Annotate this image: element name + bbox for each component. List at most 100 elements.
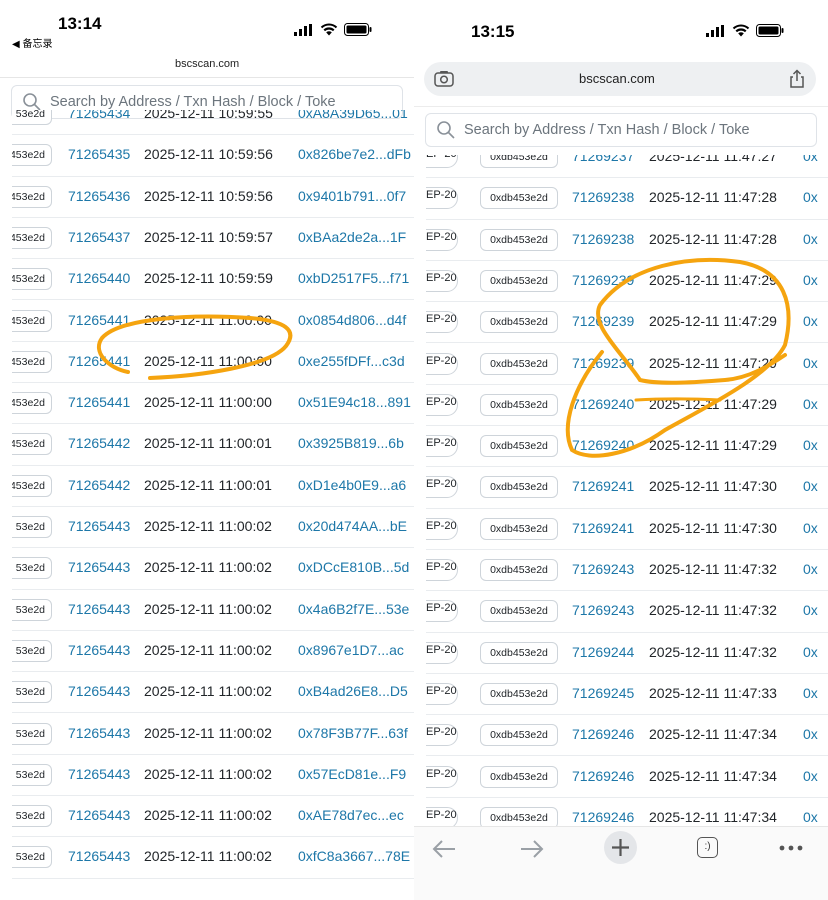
block-link[interactable]: 71269240 (572, 437, 634, 453)
timestamp: 2025-12-11 11:00:02 (144, 807, 272, 824)
txn-hash-link[interactable]: 0x (803, 437, 818, 453)
txn-hash-link[interactable]: 0x4a6B2f7E...53e (298, 601, 409, 617)
table-row: EP-20 0xdb453e2d 71269241 2025-12-11 11:47:… (426, 467, 828, 509)
table-row: 53e2d 71265443 2025-12-11 11:00:02 0x4a6B2f… (12, 590, 414, 631)
block-link[interactable]: 71269246 (572, 768, 634, 784)
method-badge: 0xdb453e2d (480, 435, 558, 458)
txn-hash-link[interactable]: 0x (803, 355, 818, 371)
block-link[interactable]: 71269241 (572, 520, 634, 536)
block-link[interactable]: 71265443 (68, 683, 130, 699)
txn-hash-link[interactable]: 0xA8A39D65...01 (298, 110, 408, 121)
txn-hash-link[interactable]: 0x (803, 155, 818, 164)
method-badge: 0xdb453e2d (480, 228, 558, 251)
share-icon[interactable] (788, 69, 806, 89)
block-link[interactable]: 71265437 (68, 229, 130, 245)
txn-hash-link[interactable]: 0x (803, 768, 818, 784)
block-link[interactable]: 71269244 (572, 644, 634, 660)
txn-hash-link[interactable]: 0x826be7e2...dFb (298, 146, 411, 162)
block-link[interactable]: 71269243 (572, 561, 634, 577)
txn-hash-link[interactable]: 0xDCcE810B...5d (298, 559, 409, 575)
block-link[interactable]: 71265443 (68, 601, 130, 617)
block-link[interactable]: 71269238 (572, 189, 634, 205)
block-link[interactable]: 71265441 (68, 312, 130, 328)
block-link[interactable]: 71269246 (572, 726, 634, 742)
block-link[interactable]: 71269243 (572, 602, 634, 618)
new-tab-button[interactable] (604, 831, 637, 864)
txn-hash-link[interactable]: 0x9401b791...0f7 (298, 188, 406, 204)
txn-hash-link[interactable]: 0x (803, 520, 818, 536)
block-link[interactable]: 71265443 (68, 518, 130, 534)
txn-hash-link[interactable]: 0x51E94c18...891 (298, 394, 411, 410)
txn-hash-link[interactable]: 0x (803, 809, 818, 825)
table-row: 53e2d 71265434 2025-12-11 10:59:55 0xA8A39D… (12, 110, 414, 136)
txn-hash-link[interactable]: 0x57EcD81e...F9 (298, 766, 406, 782)
txn-hash-link[interactable]: 0xB4ad26E8...D5 (298, 683, 408, 699)
block-link[interactable]: 71265441 (68, 394, 130, 410)
txn-hash-link[interactable]: 0x78F3B77F...63f (298, 725, 408, 741)
block-link[interactable]: 71269241 (572, 478, 634, 494)
txn-hash-link[interactable]: 0xD1e4b0E9...a6 (298, 477, 406, 493)
address-bar[interactable]: bscscan.com (424, 62, 816, 96)
more-dots-icon[interactable] (779, 844, 803, 852)
txn-hash-link[interactable]: 0x (803, 313, 818, 329)
block-link[interactable]: 71265434 (68, 110, 130, 121)
block-link[interactable]: 71269245 (572, 685, 634, 701)
txn-hash-link[interactable]: 0x (803, 644, 818, 660)
timestamp: 2025-12-11 11:00:02 (144, 559, 272, 576)
txn-hash-link[interactable]: 0x (803, 726, 818, 742)
method-badge: 53e2d (12, 516, 52, 538)
block-link[interactable]: 71269240 (572, 396, 634, 412)
txn-hash-link[interactable]: 0x0854d806...d4f (298, 312, 406, 328)
arrow-right-icon[interactable] (519, 839, 545, 859)
txn-hash-link[interactable]: 0x8967e1D7...ac (298, 642, 404, 658)
block-link[interactable]: 71265442 (68, 435, 130, 451)
table-row: EP-20 0xdb453e2d 71269243 2025-12-11 11:47:… (426, 591, 828, 633)
method-badge: 0xdb453e2d (480, 155, 558, 168)
block-link[interactable]: 71265443 (68, 848, 130, 864)
block-link[interactable]: 71269238 (572, 231, 634, 247)
block-link[interactable]: 71265443 (68, 807, 130, 823)
tabs-button[interactable]: :) (697, 837, 718, 858)
txn-hash-link[interactable]: 0x (803, 561, 818, 577)
txn-hash-link[interactable]: 0xbD2517F5...f71 (298, 270, 409, 286)
txn-hash-link[interactable]: 0x (803, 602, 818, 618)
table-row: 53e2d 71265443 2025-12-11 11:00:02 0x8967e1… (12, 631, 414, 673)
block-link[interactable]: 71265443 (68, 766, 130, 782)
url-label[interactable]: bscscan.com (175, 58, 239, 70)
page-settings-icon[interactable] (434, 70, 454, 88)
txn-hash-link[interactable]: 0x (803, 231, 818, 247)
txn-hash-link[interactable]: 0x (803, 189, 818, 205)
txn-hash-link[interactable]: 0x3925B819...6b (298, 435, 404, 451)
txn-hash-link[interactable]: 0x (803, 272, 818, 288)
block-link[interactable]: 71269239 (572, 313, 634, 329)
block-link[interactable]: 71265440 (68, 270, 130, 286)
search-box[interactable]: Search by Address / Txn Hash / Block / T… (425, 113, 817, 147)
txn-hash-link[interactable]: 0x (803, 396, 818, 412)
txn-hash-link[interactable]: 0x (803, 685, 818, 701)
block-link[interactable]: 71269237 (572, 155, 634, 164)
block-link[interactable]: 71265442 (68, 477, 130, 493)
txn-hash-link[interactable]: 0xe255fDFf...c3d (298, 353, 405, 369)
block-link[interactable]: 71265441 (68, 353, 130, 369)
block-link[interactable]: 71269239 (572, 355, 634, 371)
block-link[interactable]: 71269239 (572, 272, 634, 288)
block-link[interactable]: 71265443 (68, 559, 130, 575)
table-row: 453e2d 71265441 2025-12-11 11:00:00 0xe255f… (12, 342, 414, 384)
txn-hash-link[interactable]: 0x (803, 478, 818, 494)
block-link[interactable]: 71265436 (68, 188, 130, 204)
block-link[interactable]: 71265435 (68, 146, 130, 162)
block-link[interactable]: 71265443 (68, 725, 130, 741)
timestamp: 2025-12-11 11:47:32 (649, 643, 777, 660)
back-to-app-link[interactable]: ◀ 备忘录 (12, 35, 52, 50)
table-row: EP-20 0xdb453e2d 71269238 2025-12-11 11:47:… (426, 178, 828, 220)
cellular-signal-icon (706, 24, 724, 37)
block-link[interactable]: 71265443 (68, 642, 130, 658)
arrow-left-icon[interactable] (431, 839, 457, 859)
txn-hash-link[interactable]: 0xAE78d7ec...ec (298, 807, 404, 823)
search-icon (23, 93, 41, 111)
status-icons (706, 24, 784, 37)
block-link[interactable]: 71269246 (572, 809, 634, 825)
txn-hash-link[interactable]: 0xBAa2de2a...1F (298, 229, 406, 245)
txn-hash-link[interactable]: 0xfC8a3667...78E (298, 848, 410, 864)
txn-hash-link[interactable]: 0x20d474AA...bE (298, 518, 407, 534)
